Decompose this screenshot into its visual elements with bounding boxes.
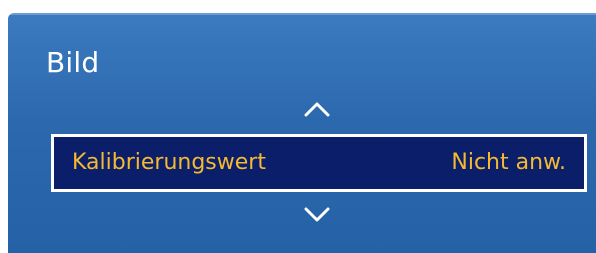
menu-item-label: Kalibrierungswert: [72, 150, 266, 175]
chevron-up-icon[interactable]: [304, 101, 330, 117]
menu-item-calibration[interactable]: Kalibrierungswert Nicht anw.: [51, 134, 587, 192]
menu-title: Bild: [46, 46, 100, 79]
chevron-down-icon[interactable]: [304, 207, 330, 223]
menu-item-value: Nicht anw.: [451, 150, 566, 175]
menu-panel: Bild Kalibrierungswert Nicht anw.: [8, 13, 596, 253]
